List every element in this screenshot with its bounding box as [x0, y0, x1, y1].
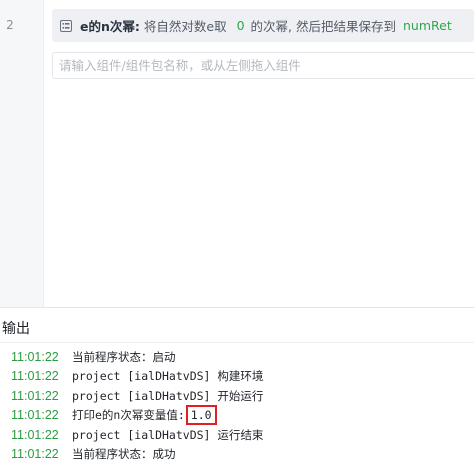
log-list: 11:01:22 当前程序状态：启动 11:01:22 project [ial… [0, 347, 263, 464]
log-row: 11:01:22 当前程序状态：成功 [0, 445, 263, 465]
log-timestamp: 11:01:22 [11, 349, 59, 364]
log-message: 打印e的n次幂变量值: [72, 408, 185, 423]
log-timestamp: 11:01:22 [11, 408, 59, 423]
block-title: e的n次幂: [80, 19, 140, 34]
log-message: project [ialDHatvDS] 开始运行 [72, 388, 264, 403]
log-timestamp: 11:01:22 [11, 447, 59, 462]
workflow-editor: 2 e的n次幂: 将自然对数e取 0 的次幂, 然后把结果保存到 numRet [0, 0, 474, 307]
log-message: project [ialDHatvDS] 构建环境 [72, 369, 264, 384]
log-timestamp: 11:01:22 [11, 427, 59, 442]
log-timestamp: 11:01:22 [11, 369, 59, 384]
output-log: 11:01:22 当前程序状态：启动 11:01:22 project [ial… [0, 342, 474, 470]
highlighted-value: 1.0 [185, 405, 217, 426]
output-title: 输出 [2, 321, 30, 337]
line-gutter: 2 [0, 0, 44, 307]
log-row: 11:01:22 打印e的n次幂变量值: 1.0 [0, 405, 263, 426]
component-search-input[interactable] [52, 52, 474, 79]
log-message: project [ialDHatvDS] 运行结束 [72, 427, 264, 442]
output-panel: 输出 11:01:22 当前程序状态：启动 11:01:22 project [… [0, 307, 474, 469]
block-param-result-var[interactable]: numRet [403, 18, 452, 33]
log-row: 11:01:22 project [ialDHatvDS] 开始运行 [0, 386, 263, 406]
log-message: 当前程序状态：成功 [72, 447, 176, 462]
log-row: 11:01:22 当前程序状态：启动 [0, 347, 263, 367]
log-message: 当前程序状态：启动 [72, 349, 176, 364]
log-row: 11:01:22 project [ialDHatvDS] 运行结束 [0, 425, 263, 445]
block-text-2: 的次幂, 然后把结果保存到 [250, 19, 396, 34]
block-param-exponent[interactable]: 0 [237, 18, 245, 33]
line-number: 2 [6, 18, 14, 32]
log-timestamp: 11:01:22 [11, 388, 59, 403]
log-row: 11:01:22 project [ialDHatvDS] 构建环境 [0, 367, 263, 387]
block-text-1: 将自然对数e取 [143, 19, 227, 34]
block-list-icon [60, 19, 72, 32]
component-block-exp[interactable]: e的n次幂: 将自然对数e取 0 的次幂, 然后把结果保存到 numRet [52, 9, 474, 42]
